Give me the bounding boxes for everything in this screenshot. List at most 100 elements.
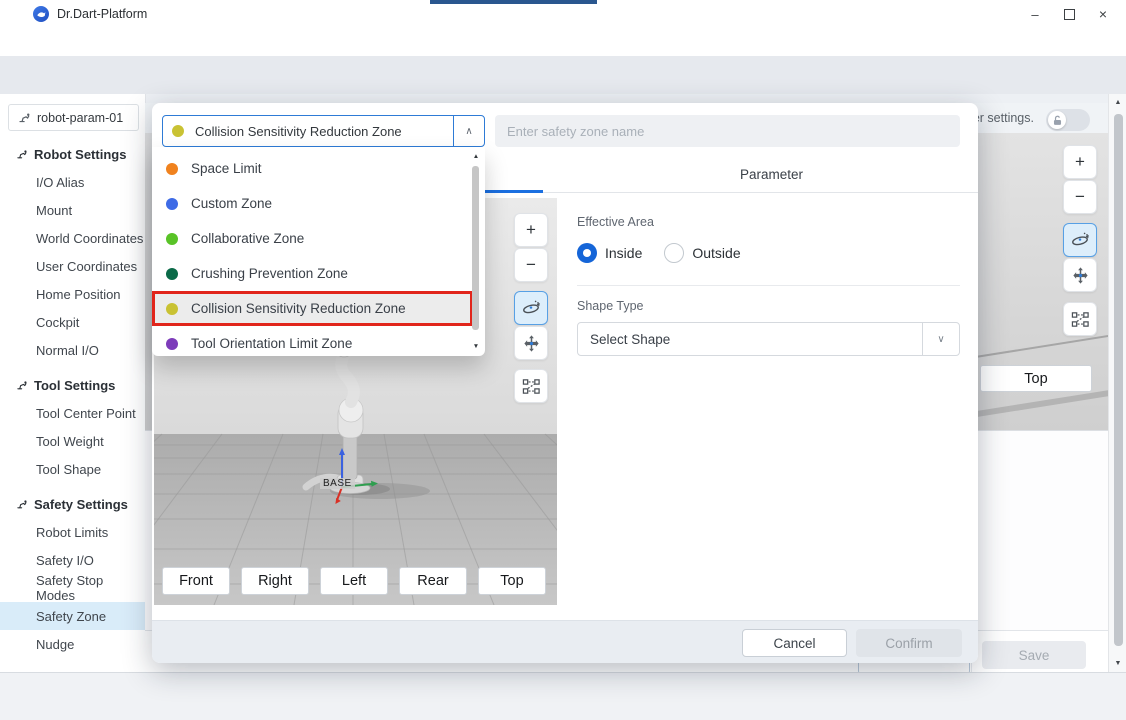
main-pan-view-button[interactable] xyxy=(1063,258,1097,292)
zone-option-label: Tool Orientation Limit Zone xyxy=(191,336,352,351)
view-left-button[interactable]: Left xyxy=(320,567,388,595)
sidebar-item-safety-io[interactable]: Safety I/O xyxy=(0,546,145,574)
zone-option-crushing-prevention-zone[interactable]: Crushing Prevention Zone xyxy=(152,256,473,291)
dropdown-scrollbar[interactable]: ▲ ▼ xyxy=(470,153,482,350)
rotate-view-button[interactable] xyxy=(514,291,548,325)
floor-edge-line xyxy=(966,332,1108,359)
sidebar-section-robot-settings: Robot Settings xyxy=(0,140,145,168)
sidebar-item-cockpit[interactable]: Cockpit xyxy=(0,308,145,336)
view-rear-button[interactable]: Rear xyxy=(399,567,467,595)
view-top-button[interactable]: Top xyxy=(478,567,546,595)
main-zoom-out-button[interactable]: − xyxy=(1063,180,1097,214)
pan-move-icon xyxy=(522,334,541,353)
shape-type-select[interactable]: Select Shape ∨ xyxy=(577,322,960,356)
orbit-rotate-icon xyxy=(1070,230,1090,250)
safety-lock-toggle[interactable] xyxy=(1046,109,1090,131)
zone-option-collaborative-zone[interactable]: Collaborative Zone xyxy=(152,221,473,256)
radio-outside[interactable] xyxy=(664,243,684,263)
safety-zone-dialog: Collision Sensitivity Reduction Zone ∧ P… xyxy=(152,103,978,663)
zone-type-dropdown-list: Space Limit Custom Zone Collaborative Zo… xyxy=(152,147,485,356)
unlock-icon xyxy=(1048,111,1066,129)
zone-option-custom-zone[interactable]: Custom Zone xyxy=(152,186,473,221)
zone-name-input[interactable] xyxy=(495,115,960,147)
zone-color-dot xyxy=(166,198,178,210)
effective-area-label: Effective Area xyxy=(577,215,654,229)
sidebar-item-tool-center-point[interactable]: Tool Center Point xyxy=(0,399,145,427)
view-right-button[interactable]: Right xyxy=(241,567,309,595)
section-title: Safety Settings xyxy=(34,497,128,512)
chevron-up-icon: ∧ xyxy=(453,116,484,146)
sidebar-header[interactable]: robot-param-01 xyxy=(8,104,139,131)
robot-icon xyxy=(16,148,28,160)
sidebar-item-home-position[interactable]: Home Position xyxy=(0,280,145,308)
shape-type-placeholder: Select Shape xyxy=(578,332,922,347)
base-frame-label: BASE xyxy=(320,478,355,489)
pan-view-button[interactable] xyxy=(514,326,548,360)
sidebar-item-normal-io[interactable]: Normal I/O xyxy=(0,336,145,364)
maximize-button[interactable] xyxy=(1052,3,1086,25)
confirm-button[interactable]: Confirm xyxy=(856,629,962,657)
zone-option-collision-sensitivity-reduction-zone[interactable]: Collision Sensitivity Reduction Zone xyxy=(152,291,473,326)
app-logo-icon xyxy=(33,6,49,22)
sidebar-item-safety-stop-modes[interactable]: Safety Stop Modes xyxy=(0,574,145,602)
main-rotate-view-button[interactable] xyxy=(1063,223,1097,257)
zone-option-tool-orientation-limit-zone[interactable]: Tool Orientation Limit Zone xyxy=(152,326,473,356)
sidebar-item-user-coordinates[interactable]: User Coordinates xyxy=(0,252,145,280)
zone-type-select[interactable]: Collision Sensitivity Reduction Zone ∧ xyxy=(162,115,485,147)
main-measure-button[interactable] xyxy=(1063,302,1097,336)
radio-inside[interactable] xyxy=(577,243,597,263)
dialog-footer: Cancel Confirm xyxy=(152,620,978,663)
sidebar-item-tool-weight[interactable]: Tool Weight xyxy=(0,427,145,455)
zone-option-label: Collision Sensitivity Reduction Zone xyxy=(191,301,406,316)
page-scrollbar[interactable]: ▲ ▼ xyxy=(1108,94,1126,672)
scroll-up-icon[interactable]: ▲ xyxy=(470,153,482,160)
sidebar-nav: Robot Settings I/O Alias Mount World Coo… xyxy=(0,140,145,658)
main-view-top-button[interactable]: Top xyxy=(980,365,1092,392)
zone-option-label: Crushing Prevention Zone xyxy=(191,266,348,281)
sidebar-item-robot-limits[interactable]: Robot Limits xyxy=(0,518,145,546)
panel-divider xyxy=(577,285,960,286)
sidebar-item-safety-zone[interactable]: Safety Zone xyxy=(0,602,145,630)
scroll-down-icon[interactable]: ▼ xyxy=(1109,660,1126,667)
titlebar: Dr.Dart-Platform – × xyxy=(0,0,1126,29)
zoom-in-button[interactable]: + xyxy=(514,213,548,247)
main-zoom-in-button[interactable]: + xyxy=(1063,145,1097,179)
zone-option-label: Custom Zone xyxy=(191,196,272,211)
sidebar-item-world-coordinates[interactable]: World Coordinates xyxy=(0,224,145,252)
scrollbar-thumb[interactable] xyxy=(1114,114,1123,646)
orbit-rotate-icon xyxy=(521,298,541,318)
snap-highlight-strip xyxy=(430,0,597,4)
sidebar-item-tool-shape[interactable]: Tool Shape xyxy=(0,455,145,483)
zone-color-dot xyxy=(172,125,184,137)
minus-icon: − xyxy=(526,255,536,275)
zoom-out-button[interactable]: − xyxy=(514,248,548,282)
sidebar-item-nudge[interactable]: Nudge xyxy=(0,630,145,658)
measure-icon xyxy=(522,377,541,396)
tab-bar: Home × Robot Parameters × xyxy=(0,56,1126,94)
scroll-up-icon[interactable]: ▲ xyxy=(1109,99,1126,106)
measure-button[interactable] xyxy=(514,369,548,403)
scroll-down-icon[interactable]: ▼ xyxy=(470,343,482,350)
robot-icon xyxy=(16,379,28,391)
robot-icon xyxy=(16,498,28,510)
tab-parameter[interactable]: Parameter xyxy=(565,155,978,193)
cancel-button[interactable]: Cancel xyxy=(742,629,847,657)
chevron-down-icon: ∨ xyxy=(922,323,959,355)
minimize-button[interactable]: – xyxy=(1018,3,1052,25)
pan-move-icon xyxy=(1071,266,1090,285)
radio-outside-label: Outside xyxy=(692,245,740,261)
application-window: Dr.Dart-Platform – × Manual Servo Off ro… xyxy=(0,0,1126,720)
shape-type-label: Shape Type xyxy=(577,299,644,313)
robot-icon xyxy=(18,111,31,124)
sidebar-header-label: robot-param-01 xyxy=(37,111,123,125)
bottom-dock: Servo Supervisor ∧ Manual ∧ xyxy=(0,672,1126,720)
view-front-button[interactable]: Front xyxy=(162,567,230,595)
close-button[interactable]: × xyxy=(1086,3,1120,25)
scrollbar-thumb[interactable] xyxy=(472,166,479,330)
zone-option-space-limit[interactable]: Space Limit xyxy=(152,151,473,186)
save-button[interactable]: Save xyxy=(982,641,1086,669)
sidebar-item-io-alias[interactable]: I/O Alias xyxy=(0,168,145,196)
sidebar-item-mount[interactable]: Mount xyxy=(0,196,145,224)
minus-icon: − xyxy=(1075,187,1085,207)
app-title: Dr.Dart-Platform xyxy=(57,7,147,21)
